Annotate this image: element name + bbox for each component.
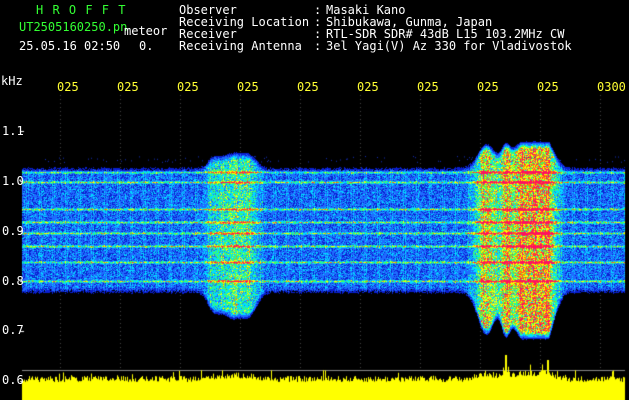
mode-label: meteor	[124, 24, 168, 38]
frequency-unit-label: kHz	[1, 74, 23, 88]
y-tick-label: 1.1	[2, 124, 24, 138]
spectrogram-canvas	[0, 0, 629, 400]
time-tick-label: 025	[417, 80, 439, 94]
time-tick-label: 025	[357, 80, 379, 94]
antenna-label: Receiving Antenna	[179, 39, 302, 53]
time-tick-label: 025	[177, 80, 199, 94]
y-tick-label: 0.7	[2, 323, 24, 337]
y-tick-label: 0.9	[2, 224, 24, 238]
time-tick-label: 025	[57, 80, 79, 94]
time-tick-label: 025	[477, 80, 499, 94]
time-tick-label: 025	[537, 80, 559, 94]
y-tick-label: 1.0	[2, 174, 24, 188]
time-tick-label: 025	[297, 80, 319, 94]
y-tick-label: 0.8	[2, 274, 24, 288]
antenna-value: 3el Yagi(V) Az 330 for Vladivostok	[326, 39, 572, 53]
field-separator: :	[314, 39, 322, 53]
datetime-label: 25.05.16 02:50	[19, 39, 121, 53]
counter-label: 0.	[139, 39, 154, 53]
time-tick-label: 0300	[597, 80, 626, 94]
y-tick-label: 0.6	[2, 373, 24, 387]
hrofft-logo: H R O F F T	[36, 3, 127, 17]
time-tick-label: 025	[117, 80, 139, 94]
filename-label: UT2505160250.pn	[19, 20, 128, 34]
time-tick-label: 025	[237, 80, 259, 94]
